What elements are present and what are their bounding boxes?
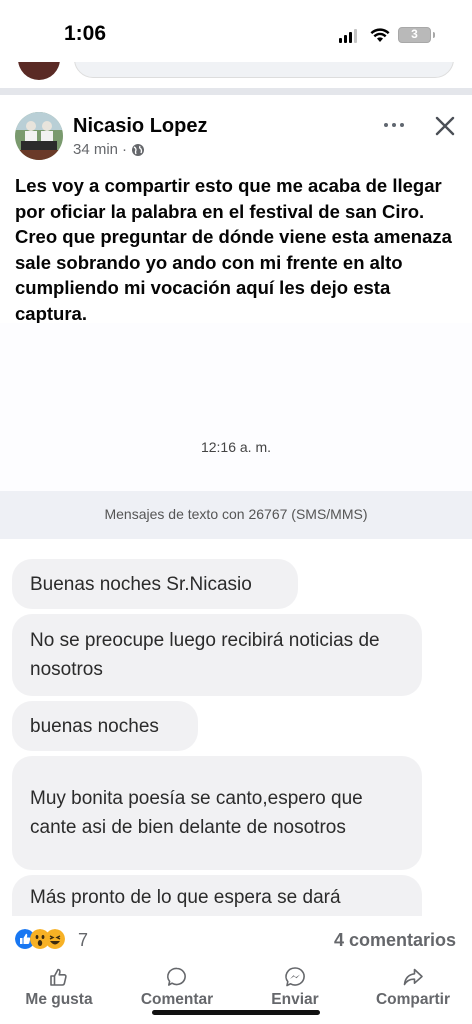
messenger-icon (285, 967, 305, 987)
haha-icon (45, 929, 65, 949)
like-button[interactable]: Me gusta (0, 962, 118, 1024)
globe-icon (132, 143, 145, 156)
post-header: Nicasio Lopez 34 min · (0, 95, 472, 170)
battery-cap (433, 32, 435, 38)
battery-level: 3 (411, 27, 418, 41)
share-button[interactable]: Compartir (354, 962, 472, 1024)
more-icon (384, 123, 388, 127)
sms-message: buenas noches (12, 701, 198, 751)
previous-comment-input[interactable] (74, 62, 454, 78)
reaction-count[interactable]: 7 (78, 930, 88, 951)
status-time: 1:06 (64, 22, 107, 45)
status-bar: 1:06 3 (0, 0, 472, 68)
close-icon[interactable] (431, 112, 459, 140)
comments-count[interactable]: 4 comentarios (334, 930, 456, 951)
sms-thread-header: Mensajes de texto con 26767 (SMS/MMS) (104, 506, 368, 522)
thumbs-up-icon (50, 968, 67, 986)
sms-thread-band: Mensajes de texto con 26767 (SMS/MMS) (0, 491, 472, 539)
author-name[interactable]: Nicasio Lopez (73, 115, 207, 138)
signal-icon (339, 29, 357, 43)
post-meta: 34 min · (73, 141, 145, 158)
send-label: Enviar (271, 991, 319, 1008)
reactions-bar: 7 4 comentarios (0, 918, 472, 962)
battery-icon: 3 (398, 27, 431, 43)
comment-icon (167, 967, 186, 986)
share-icon (403, 968, 423, 986)
comment-label: Comentar (140, 991, 214, 1008)
post-attached-image[interactable]: 12:16 a. m. Mensajes de texto con 26767 … (0, 323, 472, 916)
post-body-text: Les voy a compartir esto que me acaba de… (15, 175, 452, 324)
wifi-icon (370, 28, 390, 42)
feed-separator (0, 88, 472, 95)
sms-time: 12:16 a. m. (200, 439, 272, 455)
previous-post-comment-row (0, 62, 472, 84)
previous-avatar (18, 62, 60, 80)
meta-separator: · (122, 141, 128, 158)
like-label: Me gusta (25, 991, 93, 1008)
sms-message: Más pronto de lo que espera se dará (12, 875, 422, 916)
more-options-button[interactable] (380, 117, 408, 133)
share-label: Compartir (375, 991, 451, 1008)
post-timestamp[interactable]: 34 min (73, 141, 118, 158)
sms-message: Buenas noches Sr.Nicasio (12, 559, 298, 609)
reaction-icons[interactable] (15, 929, 65, 949)
home-indicator[interactable] (152, 1010, 320, 1015)
sms-message: Muy bonita poesía se canto,espero que ca… (12, 756, 422, 870)
sms-top-area: 12:16 a. m. (0, 323, 472, 491)
author-avatar[interactable] (15, 112, 63, 160)
sms-message: No se preocupe luego recibirá noticias d… (12, 614, 422, 696)
